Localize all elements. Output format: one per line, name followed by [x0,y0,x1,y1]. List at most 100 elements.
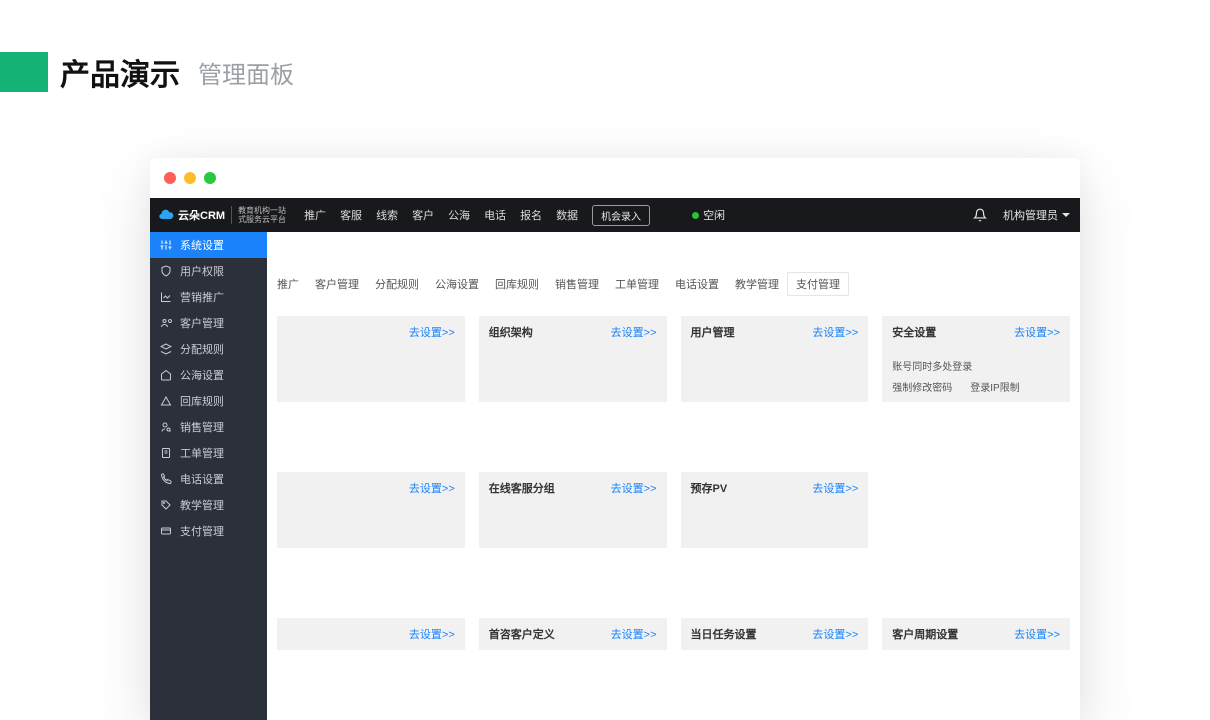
topnav-item[interactable]: 数据 [556,207,578,223]
title-accent-block [0,52,48,92]
sidebar-item-pool[interactable]: 公海设置 [150,362,267,388]
sidebar-item-label: 销售管理 [180,419,224,435]
topnav-item[interactable]: 推广 [304,207,326,223]
card-go-link[interactable]: 去设置>> [409,480,455,496]
card-row: 去设置>> 组织架构 去设置>> 用户管理 去设置>> 安全设置 去设置>> 账… [277,316,1070,402]
sidebar-item-allocation[interactable]: 分配规则 [150,336,267,362]
settings-card-customer-cycle: 客户周期设置 去设置>> [882,618,1070,650]
window-close-dot[interactable] [164,172,176,184]
sidebar-item-teaching[interactable]: 教学管理 [150,492,267,518]
sidebar-item-phone[interactable]: 电话设置 [150,466,267,492]
topnav-item[interactable]: 公海 [448,207,470,223]
card-go-link[interactable]: 去设置>> [611,626,657,642]
sidebar-item-recycle[interactable]: 回库规则 [150,388,267,414]
topnav-item[interactable]: 电话 [484,207,506,223]
home-icon [160,369,172,381]
card-go-link[interactable]: 去设置>> [812,480,858,496]
tab[interactable]: 公海设置 [427,273,487,295]
chevron-down-icon [1062,213,1070,217]
card-sub-item[interactable]: 登录IP限制 [970,379,1019,394]
sidebar-item-user-perm[interactable]: 用户权限 [150,258,267,284]
user-name: 机构管理员 [1003,207,1058,223]
app-body: 系统设置 用户权限 营销推广 客户管理 分配规则 公海设置 [150,232,1080,720]
settings-card-first-consult: 首咨客户定义 去设置>> [479,618,667,650]
sidebar-item-customers[interactable]: 客户管理 [150,310,267,336]
sidebar-item-label: 工单管理 [180,445,224,461]
sidebar-item-label: 回库规则 [180,393,224,409]
sidebar-item-tickets[interactable]: 工单管理 [150,440,267,466]
card-sub-items: 账号同时多处登录 [892,358,1060,373]
sidebar-item-sales[interactable]: 销售管理 [150,414,267,440]
page-title-bar: 产品演示 管理面板 [0,50,294,94]
settings-card-pv: 预存PV 去设置>> [681,472,869,548]
logo[interactable]: 云朵CRM 教育机构一站 式服务云平台 [158,206,286,224]
users-icon [160,317,172,329]
card-sub-item[interactable]: 账号同时多处登录 [892,358,972,373]
sidebar-item-label: 用户权限 [180,263,224,279]
tab[interactable]: 分配规则 [367,273,427,295]
tab[interactable]: 销售管理 [547,273,607,295]
sidebar-item-label: 客户管理 [180,315,224,331]
card-go-link[interactable]: 去设置>> [409,626,455,642]
card-go-link[interactable]: 去设置>> [812,626,858,642]
card-go-link[interactable]: 去设置>> [611,480,657,496]
phone-icon [160,473,172,485]
tab[interactable]: 电话设置 [667,273,727,295]
sidebar-item-label: 系统设置 [180,237,224,253]
layers-icon [160,343,172,355]
topbar-right: 机构管理员 [973,207,1070,223]
tab[interactable]: 回库规则 [487,273,547,295]
card-row: 去设置>> 首咨客户定义 去设置>> 当日任务设置 去设置>> 客户周期设置 去… [277,618,1070,650]
card-go-link[interactable]: 去设置>> [409,324,455,340]
sidebar: 系统设置 用户权限 营销推广 客户管理 分配规则 公海设置 [150,232,267,720]
topbar: 云朵CRM 教育机构一站 式服务云平台 推广 客服 线索 客户 公海 电话 报名… [150,198,1080,232]
tag-icon [160,499,172,511]
topnav: 推广 客服 线索 客户 公海 电话 报名 数据 [304,207,578,223]
tab[interactable]: 客户管理 [307,273,367,295]
user-menu[interactable]: 机构管理员 [1003,207,1070,223]
bell-icon[interactable] [973,208,987,222]
settings-card: 去设置>> [277,316,465,402]
tab[interactable]: 教学管理 [727,273,787,295]
settings-card-online-group: 在线客服分组 去设置>> [479,472,667,548]
presence-status[interactable]: 空闲 [692,207,725,223]
tab[interactable]: 推广 [277,273,307,295]
user-search-icon [160,421,172,433]
chart-icon [160,291,172,303]
page-title-main: 产品演示 [60,50,180,94]
card-go-link[interactable]: 去设置>> [812,324,858,340]
triangle-icon [160,395,172,407]
topnav-item[interactable]: 报名 [520,207,542,223]
card-go-link[interactable]: 去设置>> [611,324,657,340]
card-go-link[interactable]: 去设置>> [1014,626,1060,642]
card-row: 去设置>> 在线客服分组 去设置>> 预存PV 去设置>> [277,472,1070,548]
record-button[interactable]: 机会录入 [592,205,650,226]
window-minimize-dot[interactable] [184,172,196,184]
card-sub-item[interactable]: 强制修改密码 [892,379,952,394]
sidebar-item-marketing[interactable]: 营销推广 [150,284,267,310]
sidebar-item-label: 支付管理 [180,523,224,539]
topnav-item[interactable]: 客服 [340,207,362,223]
sidebar-item-label: 公海设置 [180,367,224,383]
topnav-item[interactable]: 线索 [376,207,398,223]
file-icon [160,447,172,459]
settings-card-org: 组织架构 去设置>> [479,316,667,402]
sidebar-item-payment[interactable]: 支付管理 [150,518,267,544]
sidebar-item-label: 分配规则 [180,341,224,357]
app-window: 云朵CRM 教育机构一站 式服务云平台 推广 客服 线索 客户 公海 电话 报名… [150,158,1080,720]
tab[interactable]: 支付管理 [787,272,849,296]
tabstrip: 推广 客户管理 分配规则 公海设置 回库规则 销售管理 工单管理 电话设置 教学… [277,232,1070,306]
settings-card: 去设置>> [277,472,465,548]
card-go-link[interactable]: 去设置>> [1014,324,1060,340]
status-dot-icon [692,212,699,219]
settings-card: 去设置>> [277,618,465,650]
tab[interactable]: 工单管理 [607,273,667,295]
sidebar-item-system-settings[interactable]: 系统设置 [150,232,267,258]
page-title-sub: 管理面板 [198,55,294,90]
sidebar-item-label: 电话设置 [180,471,224,487]
logo-text: 云朵CRM [178,207,225,223]
topnav-item[interactable]: 客户 [412,207,434,223]
logo-subtitle: 教育机构一站 式服务云平台 [231,206,286,224]
window-maximize-dot[interactable] [204,172,216,184]
cloud-icon [158,207,174,223]
